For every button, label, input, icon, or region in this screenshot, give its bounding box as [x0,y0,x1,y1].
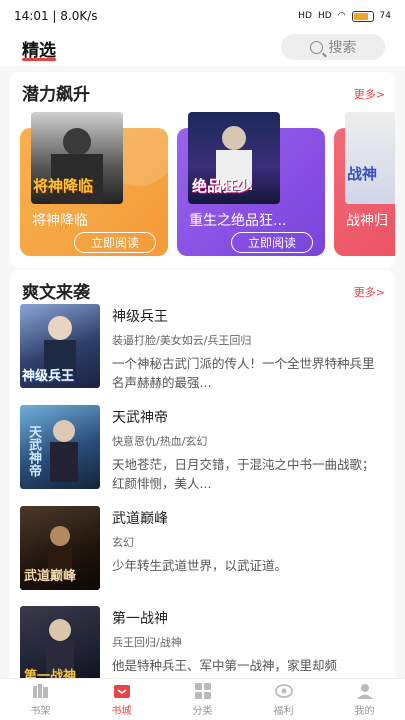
card-book-name: 战神归 [346,213,388,229]
nav-category[interactable]: 分类 [162,679,243,720]
book-cover[interactable]: 战神 [345,112,395,204]
welfare-icon [274,684,293,698]
book-description: 他是特种兵王、军中第一战神，家里却频 [112,658,338,673]
book-cover: 神级兵王 [20,304,100,388]
nav-label: 我的 [354,706,375,717]
profile-icon [356,684,373,699]
book-cover: 武道巅峰 [20,506,100,590]
more-link[interactable]: 更多> [354,284,385,300]
status-icons: HD HD ◠ 74 [298,10,391,22]
book-cover[interactable]: 将神降临 [31,112,123,204]
battery-icon [351,10,374,22]
section-title: 爽文来袭 [22,283,90,303]
nav-label: 书城 [111,706,132,717]
book-description: 少年转生武道世界，以武证道。 [112,558,288,573]
search-icon [309,40,323,54]
search-box[interactable]: 搜索 [281,34,385,60]
book-tags: 兵王回归/战神 [112,636,182,649]
cover-title: 第一战神 [24,669,77,678]
cover-title: 神级兵王 [22,369,75,384]
nav-welfare[interactable]: 福利 [243,679,324,720]
book-cover[interactable]: 绝品狂少 [188,112,280,204]
read-now-button[interactable]: 立即阅读 [231,232,313,253]
wifi-icon: ◠ [337,11,346,21]
battery-level: 74 [379,11,391,21]
cover-title: 将神降临 [33,177,94,195]
cover-title: 战神 [347,165,378,183]
nav-profile[interactable]: 我的 [324,679,405,720]
book-title: 武道巅峰 [112,511,168,527]
bookstore-icon [113,685,130,698]
nav-bookstore[interactable]: 书城 [81,679,162,720]
book-tags: 快意恩仇/热血/玄幻 [112,435,208,448]
shuangwen-section: 爽文来袭 更多> 神级兵王 神级兵王 装逼打脸/美女如云/兵王回归 一个神秘古武… [10,270,395,678]
nav-label: 福利 [273,706,294,717]
card-book-name: 重生之绝品狂... [189,213,287,229]
main-content: 潜力飙升 更多> 将神降临 绝品狂少 战神 将神降临 重生之绝品狂... 战神归… [0,66,405,678]
book-title: 第一战神 [112,611,168,627]
book-tags: 玄幻 [112,536,134,549]
top-header: 精选 搜索 [0,32,405,66]
read-now-button[interactable]: 立即阅读 [74,232,156,253]
status-time: 14:01 | 8.0K/s [14,9,98,23]
card-book-name: 将神降临 [32,213,88,229]
bookshelf-icon [32,684,48,698]
tab-indicator [22,58,56,61]
book-list-item[interactable]: 神级兵王 神级兵王 装逼打脸/美女如云/兵王回归 一个神秘古武门派的传人！一个全… [20,304,375,390]
book-description: 一个神秘古武门派的传人！一个全世界特种兵里名声赫赫的最强... [112,356,375,390]
bottom-nav: 书架 书城 分类 福利 我的 [0,678,405,720]
book-list-item[interactable]: 第一战神 第一战神 兵王回归/战神 他是特种兵王、军中第一战神，家里却频 [20,606,375,678]
nav-label: 分类 [192,706,213,717]
book-description: 天地苍茫，日月交错，于混沌之中书一曲战歌；红颜悱恻，美人... [112,457,375,491]
book-list-item[interactable]: 天武神帝 天武神帝 快意恩仇/热血/玄幻 天地苍茫，日月交错，于混沌之中书一曲战… [20,405,375,491]
book-cover: 天武神帝 [20,405,100,489]
signal-icon-1: HD [298,11,312,21]
signal-icon-2: HD [317,11,332,21]
book-title: 神级兵王 [112,309,168,325]
book-cover: 第一战神 [20,606,100,678]
more-link[interactable]: 更多> [354,86,385,102]
cover-title: 武道巅峰 [24,569,77,584]
status-bar: 14:01 | 8.0K/s HD HD ◠ 74 [0,0,405,32]
book-title: 天武神帝 [112,410,168,426]
book-list-item[interactable]: 武道巅峰 武道巅峰 玄幻 少年转生武道世界，以武证道。 [20,506,375,590]
cover-title: 绝品狂少 [192,177,253,195]
section-title: 潜力飙升 [22,85,90,105]
potential-section: 潜力飙升 更多> 将神降临 绝品狂少 战神 将神降临 重生之绝品狂... 战神归… [10,72,395,268]
cover-title: 天武神帝 [26,425,41,477]
book-tags: 装逼打脸/美女如云/兵王回归 [112,334,252,347]
nav-bookshelf[interactable]: 书架 [0,679,81,720]
search-placeholder: 搜索 [328,40,357,56]
category-icon [194,683,211,699]
nav-label: 书架 [30,706,51,717]
